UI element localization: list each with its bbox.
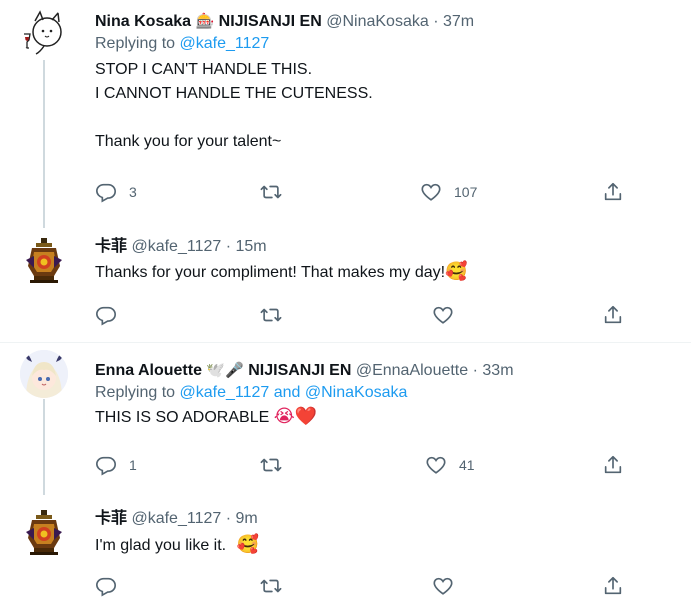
tweet-text: THIS IS SO ADORABLE 😭❤️ bbox=[95, 405, 675, 430]
tweet-text: STOP I CAN'T HANDLE THIS. I CANNOT HANDL… bbox=[95, 58, 675, 154]
retweet-button[interactable] bbox=[260, 180, 294, 204]
retweet-icon bbox=[260, 458, 282, 472]
reply-button[interactable] bbox=[95, 303, 129, 327]
tweet-header: Enna Alouette 🕊️🎤 NIJISANJI EN @EnnaAlou… bbox=[95, 360, 675, 381]
tweet-text-line: STOP I CAN'T HANDLE THIS. bbox=[95, 61, 313, 78]
replying-to: Replying to @kafe_1127 and @NinaKosaka bbox=[95, 383, 675, 403]
timestamp[interactable]: 15m bbox=[236, 238, 267, 255]
crying-heart-emoji: 😭❤️ bbox=[273, 406, 318, 427]
like-button[interactable] bbox=[432, 574, 466, 598]
tweet-nina-kosaka[interactable]: Nina Kosaka 🎰 NIJISANJI EN @NinaKosaka ·… bbox=[0, 0, 691, 228]
tweet-text-body: THIS IS SO ADORABLE bbox=[95, 409, 270, 426]
avatar-image bbox=[26, 510, 62, 555]
tweet-text-line: I CANNOT HANDLE THE CUTENESS. bbox=[95, 85, 373, 102]
display-name[interactable]: 卡菲 bbox=[95, 510, 127, 527]
like-button[interactable]: 107 bbox=[420, 180, 477, 204]
tweet-actions: 3 107 bbox=[95, 180, 635, 204]
like-icon bbox=[433, 306, 453, 324]
handle[interactable]: @EnnaAlouette bbox=[356, 362, 468, 379]
share-button[interactable] bbox=[602, 453, 624, 477]
tweet-text-body: I'm glad you like it. bbox=[95, 537, 227, 554]
tweet-text-line bbox=[95, 106, 675, 130]
separator: · bbox=[472, 362, 478, 379]
avatar-image bbox=[24, 10, 62, 55]
affiliation[interactable]: NIJISANJI EN bbox=[219, 13, 322, 30]
reply-button[interactable] bbox=[95, 574, 129, 598]
tweet-header: 卡菲 @kafe_1127 · 9m bbox=[95, 509, 675, 529]
like-icon bbox=[433, 577, 453, 595]
tweet-text: Thanks for your compliment! That makes m… bbox=[95, 260, 675, 285]
like-icon bbox=[421, 183, 441, 201]
smiling-face-with-hearts-emoji: 🥰 bbox=[236, 534, 259, 555]
share-icon bbox=[604, 455, 622, 474]
retweet-button[interactable] bbox=[260, 303, 294, 327]
avatar-kafe[interactable] bbox=[20, 508, 68, 556]
reply-icon bbox=[96, 577, 116, 597]
tweet-enna-alouette[interactable]: Enna Alouette 🕊️🎤 NIJISANJI EN @EnnaAlou… bbox=[0, 343, 691, 493]
share-icon bbox=[604, 182, 622, 201]
avatar-enna-alouette[interactable] bbox=[20, 350, 68, 398]
tweet-kafe-reply-1[interactable]: 卡菲 @kafe_1127 · 15m Thanks for your comp… bbox=[0, 228, 691, 340]
smiling-face-with-hearts-emoji: 🥰 bbox=[445, 261, 468, 282]
reply-icon bbox=[96, 306, 116, 326]
share-icon bbox=[604, 305, 622, 324]
retweet-icon bbox=[260, 579, 282, 593]
like-count: 41 bbox=[459, 457, 475, 473]
replying-to-link[interactable]: @kafe_1127 bbox=[180, 35, 270, 52]
separator: · bbox=[433, 13, 439, 30]
tweet-text-body: Thanks for your compliment! That makes m… bbox=[95, 264, 446, 281]
reply-count: 3 bbox=[129, 184, 137, 200]
handle[interactable]: @kafe_1127 bbox=[131, 238, 221, 255]
display-name[interactable]: Nina Kosaka bbox=[95, 13, 191, 30]
timestamp[interactable]: 33m bbox=[482, 362, 513, 379]
avatar-image bbox=[26, 238, 62, 283]
retweet-button[interactable] bbox=[260, 453, 294, 477]
tweet-actions: 1 41 bbox=[95, 453, 635, 477]
like-button[interactable]: 41 bbox=[425, 453, 475, 477]
thread-line bbox=[43, 399, 45, 495]
replying-to: Replying to @kafe_1127 bbox=[95, 34, 675, 54]
retweet-button[interactable] bbox=[260, 574, 294, 598]
display-name[interactable]: Enna Alouette bbox=[95, 362, 202, 379]
replying-prefix: Replying to bbox=[95, 35, 176, 52]
like-icon bbox=[426, 456, 446, 474]
reply-button[interactable]: 1 bbox=[95, 453, 137, 477]
replying-prefix: Replying to bbox=[95, 384, 176, 401]
reply-icon bbox=[96, 456, 116, 476]
tweet-header: Nina Kosaka 🎰 NIJISANJI EN @NinaKosaka ·… bbox=[95, 11, 675, 32]
separator: · bbox=[225, 238, 232, 255]
replying-to-link[interactable]: @kafe_1127 and @NinaKosaka bbox=[180, 384, 408, 401]
tweet-text: I'm glad you like it. 🥰 bbox=[95, 533, 675, 558]
avatar-nina-kosaka[interactable] bbox=[20, 8, 68, 56]
handle[interactable]: @NinaKosaka bbox=[326, 13, 429, 30]
reply-button[interactable]: 3 bbox=[95, 180, 137, 204]
reply-icon bbox=[96, 183, 116, 203]
share-button[interactable] bbox=[602, 180, 624, 204]
tweet-text-line: Thank you for your talent~ bbox=[95, 133, 282, 150]
tweet-header: 卡菲 @kafe_1127 · 15m bbox=[95, 237, 675, 257]
timestamp[interactable]: 9m bbox=[236, 510, 258, 527]
tweet-kafe-reply-2[interactable]: 卡菲 @kafe_1127 · 9m I'm glad you like it.… bbox=[0, 500, 691, 609]
like-button[interactable] bbox=[432, 303, 466, 327]
thread-line bbox=[43, 60, 45, 228]
avatar-image bbox=[20, 350, 68, 398]
share-button[interactable] bbox=[602, 303, 624, 327]
display-name[interactable]: 卡菲 bbox=[95, 238, 127, 255]
share-icon bbox=[604, 576, 622, 595]
like-count: 107 bbox=[454, 184, 478, 200]
timestamp[interactable]: 37m bbox=[443, 13, 474, 30]
retweet-icon bbox=[260, 185, 282, 199]
retweet-icon bbox=[260, 308, 282, 322]
slot-machine-emoji: 🎰 bbox=[195, 12, 215, 30]
avatar-kafe[interactable] bbox=[20, 236, 68, 284]
dove-microphone-emoji: 🕊️🎤 bbox=[206, 361, 244, 379]
reply-count: 1 bbox=[129, 457, 137, 473]
share-button[interactable] bbox=[602, 574, 624, 598]
affiliation[interactable]: NIJISANJI EN bbox=[248, 362, 351, 379]
separator: · bbox=[225, 510, 232, 527]
tweet-actions bbox=[95, 303, 635, 327]
tweet-actions bbox=[95, 574, 635, 598]
handle[interactable]: @kafe_1127 bbox=[131, 510, 221, 527]
